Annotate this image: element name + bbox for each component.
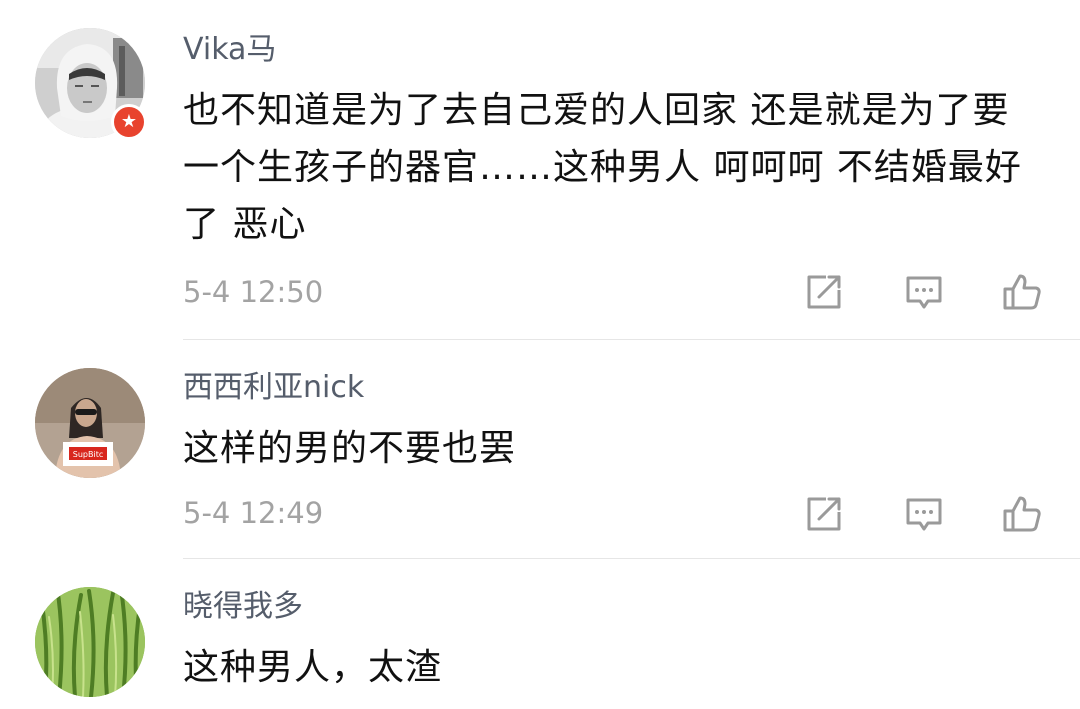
like-button[interactable] — [1000, 492, 1044, 536]
repost-icon — [807, 497, 841, 531]
comment-timestamp: 5-4 12:49 — [183, 496, 324, 530]
comment-timestamp: 5-4 12:50 — [183, 275, 324, 309]
comment-item: 晓得我多 这种男人，太渣 — [0, 559, 1080, 709]
avatar[interactable]: SupBitc — [35, 368, 145, 478]
reply-icon — [906, 498, 942, 531]
comment-username[interactable]: 西西利亚nick — [183, 366, 364, 410]
verified-badge-icon: ★ — [111, 104, 147, 140]
reply-button[interactable] — [902, 270, 946, 314]
comment-text: 也不知道是为了去自己爱的人回家 还是就是为了要一个生孩子的器官……这种男人 呵呵… — [183, 90, 1022, 245]
avatar[interactable] — [35, 587, 145, 697]
comment-username[interactable]: Vika马 — [183, 28, 276, 72]
svg-text:SupBitc: SupBitc — [73, 450, 103, 459]
comment-text: 这样的男的不要也罢 — [183, 428, 517, 469]
repost-button[interactable] — [802, 492, 846, 536]
repost-button[interactable] — [802, 270, 846, 314]
like-button[interactable] — [1000, 270, 1044, 314]
comment-item: SupBitc 西西利亚nick 这样的男的不要也罢 5-4 12:49 — [0, 340, 1080, 558]
reply-icon — [906, 276, 942, 309]
avatar-green-grass-icon — [35, 587, 145, 697]
like-icon — [1003, 274, 1041, 310]
comment-username[interactable]: 晓得我多 — [183, 585, 303, 629]
comment-feed: ★ Vika马 也不知道是为了去自己爱的人回家 还是就是为了要一个生孩子的器官…… — [0, 0, 1080, 709]
comment-item: ★ Vika马 也不知道是为了去自己爱的人回家 还是就是为了要一个生孩子的器官…… — [0, 0, 1080, 339]
avatar-person-photo-icon: SupBitc — [35, 368, 145, 478]
comment-text: 这种男人，太渣 — [183, 647, 443, 688]
like-icon — [1003, 496, 1041, 532]
repost-icon — [807, 275, 841, 309]
reply-button[interactable] — [902, 492, 946, 536]
